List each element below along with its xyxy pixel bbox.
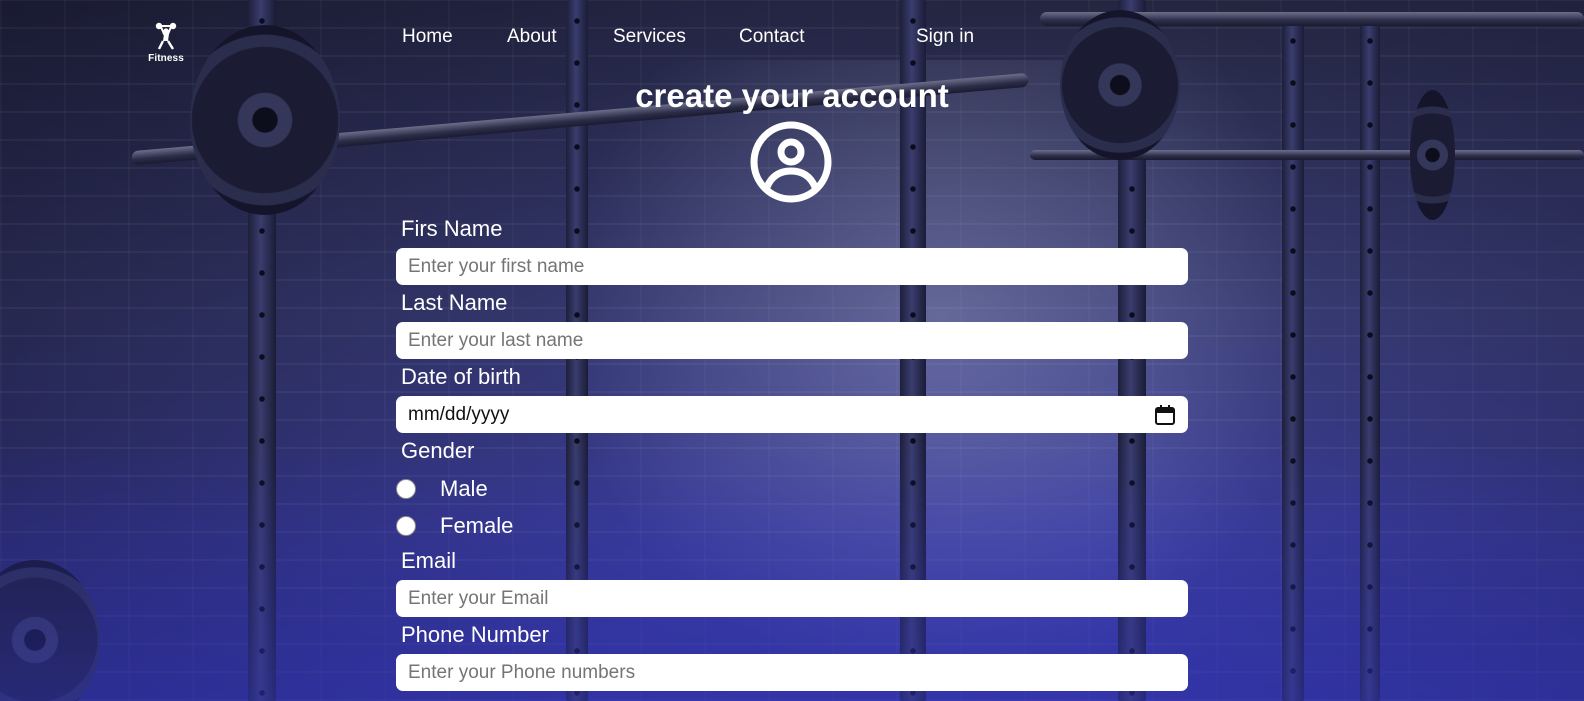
email-label: Email — [401, 548, 457, 573]
male-radio[interactable] — [396, 479, 416, 499]
user-circle-icon — [750, 121, 832, 203]
gender-option-female[interactable]: Female — [396, 513, 513, 539]
nav-link-home[interactable]: Home — [402, 26, 453, 48]
nav-link-contact[interactable]: Contact — [739, 26, 804, 48]
nav-link-services[interactable]: Services — [613, 26, 686, 48]
gender-label: Gender — [401, 438, 475, 463]
brand-logo[interactable]: Fitness — [146, 22, 186, 66]
calendar-icon[interactable] — [1154, 404, 1176, 426]
first-name-input[interactable] — [396, 248, 1188, 285]
male-label: Male — [440, 476, 488, 501]
female-radio[interactable] — [396, 516, 416, 536]
sign-in-link[interactable]: Sign in — [916, 26, 974, 48]
gender-option-male[interactable]: Male — [396, 476, 488, 502]
top-navigation: Fitness Home About Services Contact Sign… — [0, 0, 1584, 72]
dob-input[interactable]: mm/dd/yyyy — [396, 396, 1188, 433]
weightlifter-icon — [155, 22, 177, 50]
nav-link-about[interactable]: About — [507, 26, 557, 48]
email-input[interactable] — [396, 580, 1188, 617]
first-name-label: Firs Name — [401, 216, 503, 241]
female-label: Female — [440, 513, 514, 538]
phone-label: Phone Number — [401, 622, 549, 647]
page-title: create your account — [635, 77, 949, 114]
brand-name: Fitness — [148, 53, 184, 64]
dob-format-text: mm/dd/yyyy — [408, 403, 510, 425]
phone-input[interactable] — [396, 654, 1188, 691]
last-name-input[interactable] — [396, 322, 1188, 359]
last-name-label: Last Name — [401, 290, 508, 315]
dob-label: Date of birth — [401, 364, 521, 389]
